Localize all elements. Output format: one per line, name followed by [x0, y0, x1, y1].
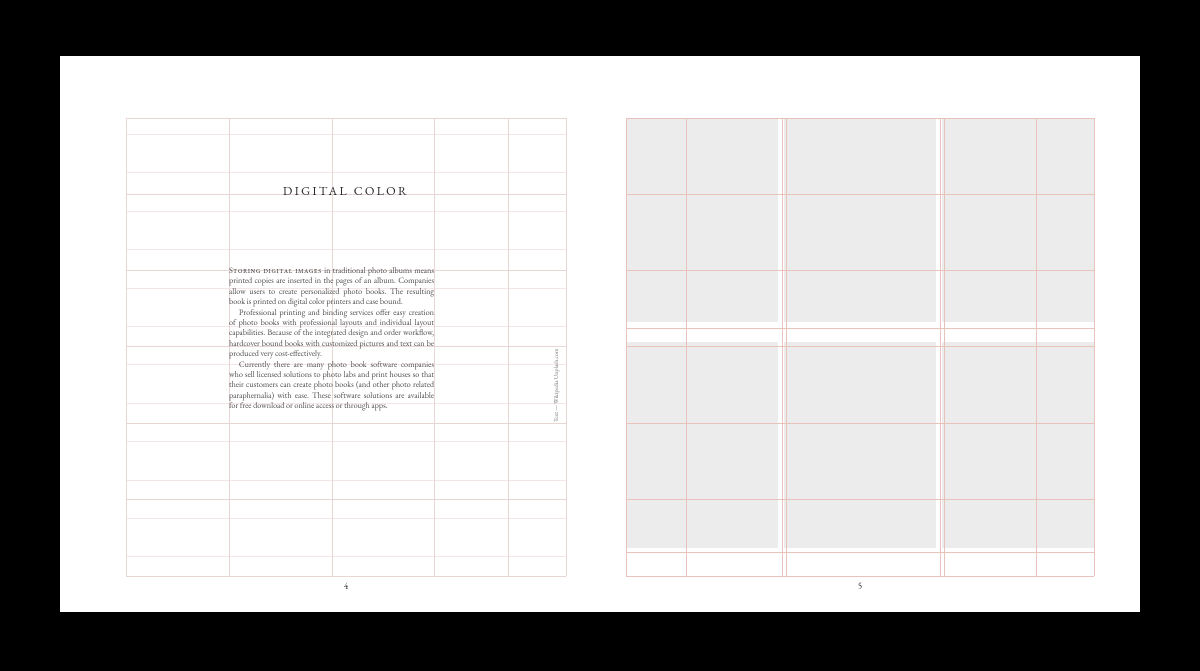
para-3: Currently there are many photo book soft…: [229, 360, 434, 412]
page-number-left: 4: [126, 580, 566, 592]
page-number-right: 5: [626, 580, 1094, 592]
page-left: DIGITAL COLOR Storing digital images in …: [60, 56, 600, 612]
para-1: Storing digital images in traditional ph…: [229, 266, 434, 308]
spread: DIGITAL COLOR Storing digital images in …: [60, 56, 1140, 612]
para-2: Professional printing and binding servic…: [229, 308, 434, 360]
page-right: 5: [600, 56, 1140, 612]
chapter-title: DIGITAL COLOR: [126, 182, 566, 199]
body-column: Storing digital images in traditional ph…: [229, 266, 434, 412]
grid-box-right: [626, 118, 1094, 576]
stage: DIGITAL COLOR Storing digital images in …: [0, 0, 1200, 671]
credit-line: Text — Wikipedia Unplash.com: [552, 312, 560, 422]
